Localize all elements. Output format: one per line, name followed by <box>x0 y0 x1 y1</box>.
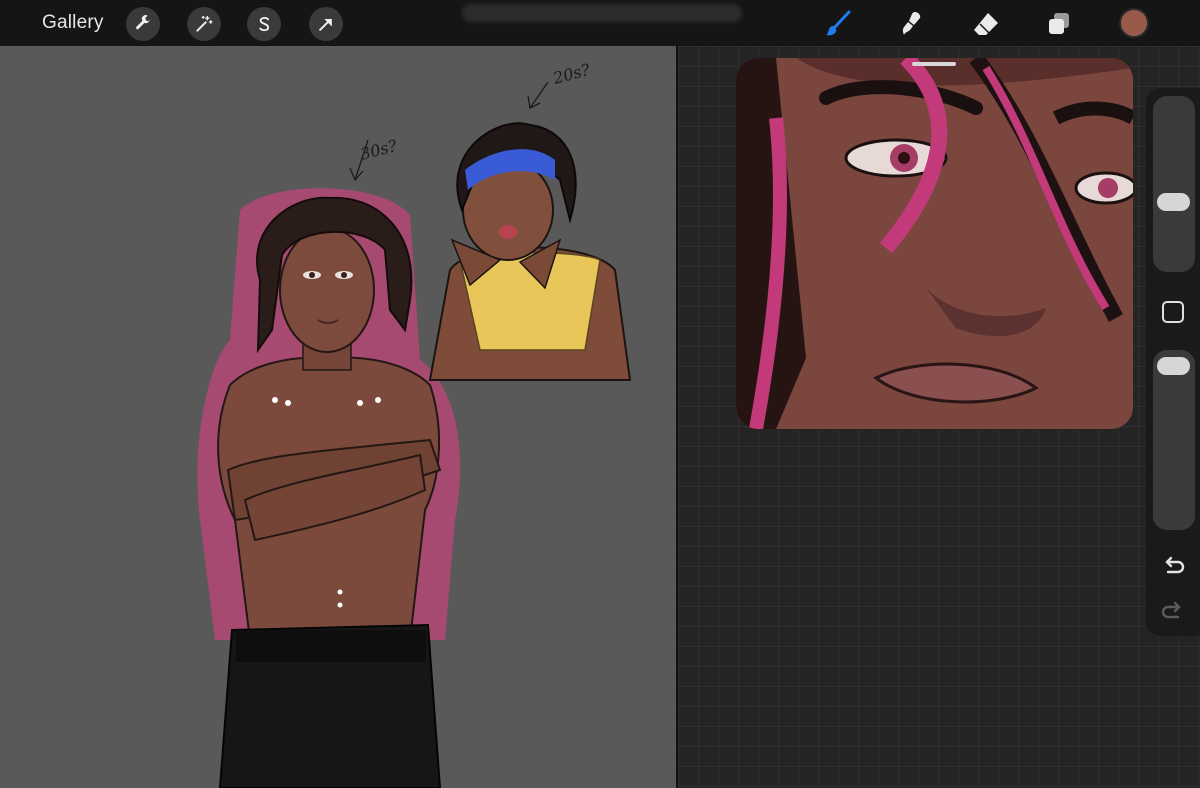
drawing-canvas[interactable]: 30s? 20s? <box>0 46 676 788</box>
brush-size-knob[interactable] <box>1157 193 1190 211</box>
reference-image <box>736 58 1133 429</box>
eraser-tool-button[interactable] <box>968 6 1004 42</box>
transform-button[interactable] <box>309 7 343 41</box>
redo-button[interactable] <box>1160 598 1186 624</box>
magic-wand-icon <box>196 15 213 32</box>
gallery-button[interactable]: Gallery <box>42 12 104 34</box>
annotation-30s: 30s? <box>358 136 399 164</box>
opacity-knob[interactable] <box>1157 357 1190 375</box>
smudge-icon <box>902 12 921 35</box>
reference-drag-handle[interactable] <box>912 62 956 66</box>
eraser-icon <box>974 13 998 35</box>
layers-icon <box>1049 13 1069 34</box>
modify-button[interactable] <box>1162 301 1184 323</box>
transform-arrow-icon <box>319 18 332 31</box>
opacity-slider[interactable] <box>1153 350 1195 530</box>
smudge-tool-button[interactable] <box>893 6 929 42</box>
reference-window[interactable] <box>736 58 1133 429</box>
document-title-blurred <box>462 4 742 22</box>
artwork: 30s? 20s? <box>197 60 632 788</box>
layers-button[interactable] <box>1041 6 1077 42</box>
annotation-20s: 20s? <box>550 60 592 88</box>
undo-button[interactable] <box>1160 553 1186 579</box>
selection-s-icon <box>259 17 270 32</box>
brush-icon <box>826 10 851 36</box>
top-toolbar: Gallery <box>0 0 1200 46</box>
color-picker-button[interactable] <box>1119 8 1149 38</box>
wrench-icon <box>136 15 150 30</box>
selection-button[interactable] <box>247 7 281 41</box>
brush-size-slider[interactable] <box>1153 96 1195 272</box>
adjustments-button[interactable] <box>187 7 221 41</box>
brush-tool-button[interactable] <box>820 6 856 42</box>
actions-button[interactable] <box>126 7 160 41</box>
